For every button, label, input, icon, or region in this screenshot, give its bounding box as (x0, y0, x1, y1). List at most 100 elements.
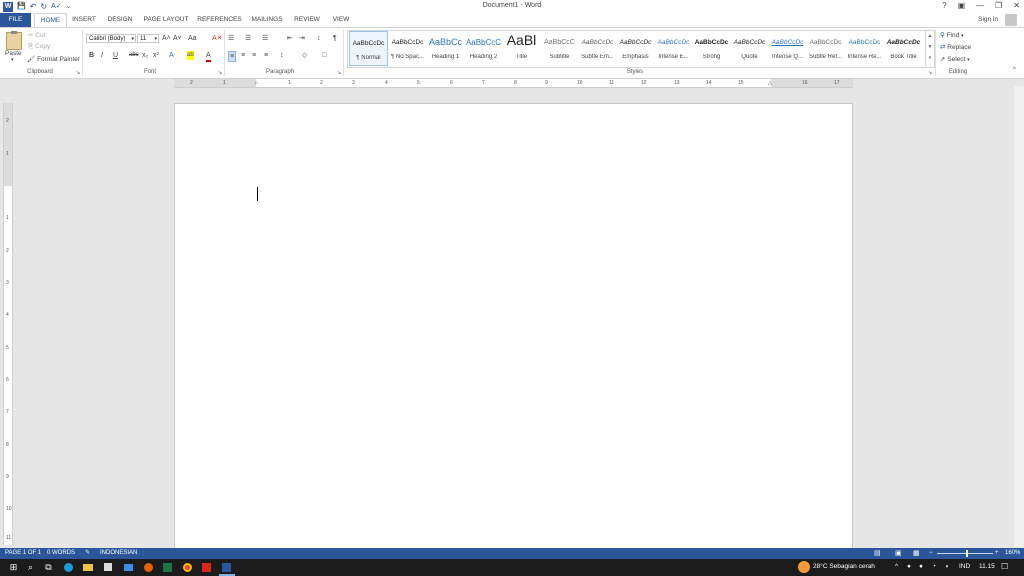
word-taskbar-icon[interactable] (221, 562, 232, 573)
change-case-icon[interactable]: Aa (188, 34, 197, 43)
start-button[interactable]: ⊞ (8, 562, 19, 573)
zoom-slider-handle[interactable] (966, 550, 968, 557)
styles-scrollbar[interactable]: ▲ ▼ ▾ (925, 31, 934, 66)
align-center-icon[interactable]: ≡ (241, 51, 245, 60)
weather-text[interactable]: 28°C Sebagian cerah (813, 563, 875, 570)
file-explorer-icon[interactable] (83, 562, 94, 573)
tab-design[interactable]: DESIGN (105, 13, 135, 27)
style-no-spacing[interactable]: AaBbCcDc ¶ No Spac... (388, 31, 427, 66)
select-button[interactable]: ➚ Select ▾ (940, 55, 970, 63)
tab-file[interactable]: FILE (0, 13, 31, 27)
more-styles-icon[interactable]: ▾ (926, 53, 934, 64)
superscript-button[interactable]: x² (153, 51, 159, 60)
tray-app-icon[interactable]: ● (907, 563, 911, 570)
restore-button[interactable]: ❐ (995, 1, 1002, 10)
underline-button[interactable]: U (113, 51, 118, 60)
style-strong[interactable]: AaBbCcDc Strong (692, 31, 731, 66)
style-quote[interactable]: AaBbCcDc Quote (730, 31, 769, 66)
zoom-slider[interactable] (937, 553, 993, 554)
grow-font-icon[interactable]: A˄ (162, 34, 171, 43)
numbering-icon[interactable]: ☰ (245, 34, 251, 43)
style-normal[interactable]: AaBbCcDc ¶ Normal (349, 31, 388, 66)
pdf-reader-icon[interactable] (201, 562, 212, 573)
shading-icon[interactable]: ◇ (302, 51, 307, 60)
align-left-icon[interactable]: ≡ (228, 51, 237, 62)
vertical-scrollbar[interactable] (1014, 86, 1024, 547)
horizontal-ruler[interactable]: 2 1 ⌂ 1 2 3 4 5 6 7 8 9 10 11 12 13 14 1… (174, 78, 853, 88)
show-formatting-marks-icon[interactable]: ¶ (333, 34, 337, 43)
find-button[interactable]: ⚲ Find ▾ (940, 31, 964, 39)
style-subtle-reference[interactable]: AaBbCcDc Subtle Ref... (806, 31, 845, 66)
page-count[interactable]: PAGE 1 OF 1 (5, 548, 41, 559)
volume-icon[interactable]: ◖ (945, 563, 949, 570)
language-indicator[interactable]: INDONESIAN (100, 548, 137, 559)
italic-button[interactable]: I (101, 51, 103, 60)
sort-icon[interactable]: ↕ (317, 34, 321, 43)
firefox-icon[interactable] (143, 562, 154, 573)
font-name-select[interactable]: Calibri (Body) ▾ (86, 34, 136, 43)
right-indent-marker-icon[interactable]: △ (768, 79, 772, 87)
shrink-font-icon[interactable]: A˅ (173, 34, 182, 43)
style-intense-quote[interactable]: AaBbCcDc Intense Q... (768, 31, 807, 66)
copy-button[interactable]: ⎘ Copy (28, 43, 50, 51)
task-view-icon[interactable]: ⧉ (43, 562, 54, 573)
scroll-down-icon[interactable]: ▼ (926, 42, 934, 53)
style-book-title[interactable]: AaBbCcDc Book Title (884, 31, 923, 66)
sign-in-link[interactable]: Sign in (978, 16, 998, 23)
tray-app-icon[interactable]: ● (919, 563, 923, 570)
chrome-icon[interactable] (182, 562, 193, 573)
collapse-ribbon-icon[interactable]: ^ (1013, 66, 1016, 75)
style-heading-2[interactable]: AaBbCcC Heading 2 (464, 31, 503, 66)
close-button[interactable]: ✕ (1013, 1, 1020, 10)
clear-formatting-icon[interactable]: A✕ (212, 34, 223, 43)
strikethrough-button[interactable]: abc (129, 51, 139, 60)
replace-button[interactable]: ⇄ Replace (940, 43, 971, 51)
font-launcher-icon[interactable]: ↘ (218, 69, 222, 78)
tab-page-layout[interactable]: PAGE LAYOUT (142, 13, 190, 27)
font-size-select[interactable]: 11 ▾ (137, 34, 159, 43)
network-icon[interactable]: ◔ (932, 563, 936, 570)
paste-dropdown-icon[interactable]: ▾ (11, 57, 14, 63)
bold-button[interactable]: B (89, 51, 94, 60)
store-icon[interactable] (103, 562, 114, 573)
indent-marker-icon[interactable]: ⌂ (255, 79, 258, 87)
tab-home[interactable]: HOME (34, 13, 67, 27)
paragraph-launcher-icon[interactable]: ↘ (337, 69, 341, 78)
input-language[interactable]: IND (959, 563, 970, 570)
web-layout-icon[interactable]: ▦ (913, 548, 920, 559)
tab-references[interactable]: REFERENCES (197, 13, 242, 27)
weather-icon[interactable] (798, 561, 810, 573)
multilevel-list-icon[interactable]: ☰ (262, 34, 268, 43)
style-emphasis[interactable]: AaBbCcDc Emphasis (616, 31, 655, 66)
style-intense-reference[interactable]: AaBbCcDc Intense Re... (845, 31, 884, 66)
scroll-up-icon[interactable]: ▲ (926, 31, 934, 42)
paste-icon[interactable] (6, 31, 22, 50)
proofing-icon[interactable]: ✎ (85, 548, 90, 559)
cut-button[interactable]: ✂ Cut (28, 31, 45, 39)
tab-view[interactable]: VIEW (329, 13, 353, 27)
increase-indent-icon[interactable]: ⇥ (299, 34, 305, 43)
highlight-color-icon[interactable]: ab (187, 51, 194, 60)
tab-insert[interactable]: INSERT (70, 13, 98, 27)
vertical-ruler[interactable]: 2 1 1 2 3 4 5 6 7 8 9 10 11 (3, 103, 13, 545)
borders-icon[interactable]: □ (322, 51, 326, 60)
style-title[interactable]: AaBl Title (502, 31, 541, 66)
justify-icon[interactable]: ≡ (264, 51, 268, 60)
zoom-out-button[interactable]: − (929, 548, 933, 559)
style-heading-1[interactable]: AaBbCc Heading 1 (426, 31, 465, 66)
document-page[interactable] (174, 103, 853, 549)
clock[interactable]: 11.15 (979, 563, 995, 570)
text-effects-icon[interactable]: A (169, 51, 174, 60)
tab-mailings[interactable]: MAILINGS (249, 13, 285, 27)
read-mode-icon[interactable]: ▤ (874, 548, 881, 559)
minimize-button[interactable]: — (976, 1, 984, 10)
bullets-icon[interactable]: ☰ (228, 34, 234, 43)
font-color-icon[interactable]: A (206, 51, 211, 62)
mail-icon[interactable] (123, 562, 134, 573)
line-spacing-icon[interactable]: ↕ (280, 51, 284, 60)
format-painter-button[interactable]: 🖌 Format Painter (27, 55, 80, 63)
zoom-level[interactable]: 160% (1005, 548, 1020, 559)
user-avatar-icon[interactable] (1005, 14, 1017, 26)
tray-overflow-icon[interactable]: ^ (895, 563, 898, 570)
edge-icon[interactable] (63, 562, 74, 573)
